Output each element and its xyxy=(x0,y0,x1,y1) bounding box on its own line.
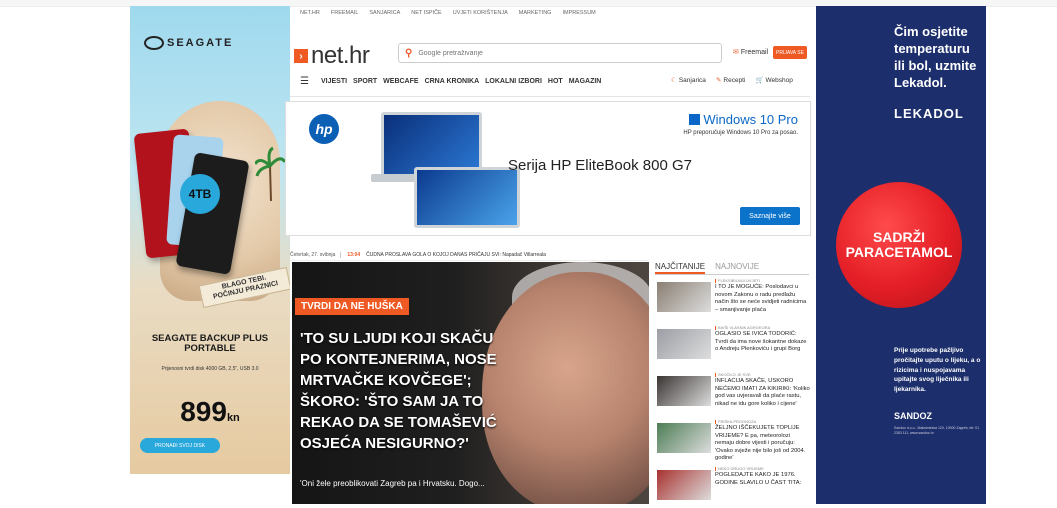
cart-icon: 🛒 xyxy=(755,77,764,84)
ticker-date: Četvrtak, 27. svibnja xyxy=(290,252,342,258)
article-thumbnail[interactable] xyxy=(657,282,711,312)
envelope-icon: ✉ xyxy=(733,49,739,56)
hp-tagline: HP preporučuje Windows 10 Pro za posao. xyxy=(683,130,798,136)
nav-item-webcafe[interactable]: WEBCAFE xyxy=(383,78,418,85)
seagate-ad[interactable]: SEAGATE 4TB BLAGO TEBI. POČINJU PRAZNICI… xyxy=(130,6,290,474)
hp-logo: hp xyxy=(309,114,339,144)
paracetamol-pill: SADRŽI PARACETAMOL xyxy=(836,182,962,308)
topnav-link[interactable]: NET ISPIČE xyxy=(411,10,441,16)
ticker-time: 13:04 xyxy=(347,252,361,258)
sidebar-tabs: NAJČITANIJE NAJNOVIJE xyxy=(655,262,809,275)
article-title[interactable]: I TO JE MOGUĆE: Poslodavci u novom Zakon… xyxy=(715,284,810,314)
article-thumbnail[interactable] xyxy=(657,329,711,359)
article-category: FLEKSIBILNIJI UVJETI xyxy=(715,278,760,283)
learn-more-button[interactable]: Saznajte više xyxy=(740,207,800,225)
brand-text: SEAGATE xyxy=(167,36,234,49)
article-title[interactable]: POGLEDAJTE KAKO JE 1976. GODINE SLAVILO … xyxy=(715,472,810,487)
article-category: BIVŠI VLASNIK AGROKORA xyxy=(715,325,770,330)
ticker-text[interactable]: ČUDNA PROSLAVA GOLA O KOJOJ DANAS PRIČAJ… xyxy=(366,252,546,258)
nav-item-magazin[interactable]: MAGAZIN xyxy=(569,78,602,85)
windows-text: Windows 10 Pro xyxy=(703,112,798,127)
article-thumbnail[interactable] xyxy=(657,423,711,453)
topnav-link[interactable]: MARKETING xyxy=(519,10,552,16)
topnav-link[interactable]: SANJARICA xyxy=(369,10,400,16)
secondary-nav-webshop[interactable]: 🛒 Webshop xyxy=(755,76,792,84)
topnav-link[interactable]: UVJETI KORIŠTENJA xyxy=(453,10,508,16)
tab-najcitanije[interactable]: NAJČITANIJE xyxy=(655,262,706,274)
sidebar-article[interactable]: FLEKSIBILNIJI UVJETI I TO JE MOGUĆE: Posl… xyxy=(657,278,810,320)
article-thumbnail[interactable] xyxy=(657,376,711,406)
secondary-nav-label: Sanjarica xyxy=(678,77,706,84)
article-title[interactable]: OGLASIO SE IVICA TODORIĆ: Tvrdi da ima n… xyxy=(715,331,810,354)
windows-logo: Windows 10 Pro xyxy=(689,112,798,127)
logo-text: net.hr xyxy=(311,42,370,69)
sidebar-article[interactable]: BIVŠI VLASNIK AGROKORA OGLASIO SE IVICA T… xyxy=(657,325,810,367)
main-nav: ☰ VIJESTI SPORT WEBCAFE CRNA KRONIKA LOKALNI… xyxy=(300,76,601,87)
site-logo[interactable]: › net.hr xyxy=(294,42,370,70)
hero-title[interactable]: 'TO SU LJUDI KOJI SKAČU PO KONTEJNERIMA,… xyxy=(300,328,505,454)
article-thumbnail[interactable] xyxy=(657,470,711,500)
article-title[interactable]: ŽELJNO IŠČEKUJETE TOPLIJE VRIJEME? E pa,… xyxy=(715,425,810,463)
top-utility-nav: NET.HR FREEMAIL SANJARICA NET ISPIČE UVJETI … xyxy=(300,10,596,16)
search-input[interactable] xyxy=(416,48,711,58)
seagate-mark-icon xyxy=(144,36,164,50)
topnav-link[interactable]: FREEMAIL xyxy=(331,10,359,16)
hp-series-title: Serija HP EliteBook 800 G7 xyxy=(508,157,692,174)
article-category: NEKO DRUGO VRIJEME xyxy=(715,466,764,471)
sidebar-article[interactable]: FRIŠKA PROGNOZA ŽELJNO IŠČEKUJETE TOPLIJE… xyxy=(657,419,810,461)
secondary-nav-label: Webshop xyxy=(765,77,793,84)
laptop-image-2 xyxy=(414,167,520,228)
hero-label: TVRDI DA NE HUŠKA xyxy=(295,298,409,315)
ad-warning: Prije upotrebe pažljivo pročitajte uputu… xyxy=(894,347,981,393)
nav-item-hot[interactable]: HOT xyxy=(548,78,563,85)
secondary-nav-sanjarica[interactable]: ☾ Sanjarica xyxy=(671,76,706,84)
hero-article[interactable]: TVRDI DA NE HUŠKA 'TO SU LJUDI KOJI SKAČ… xyxy=(292,262,649,504)
product-spec: Prijenosni tvrdi disk 4000 GB, 2,5", USB… xyxy=(161,366,259,372)
windows-icon xyxy=(689,114,701,125)
price-currency: kn xyxy=(226,412,240,424)
sidebar-article[interactable]: NEKO DRUGO VRIJEME POGLEDAJTE KAKO JE 197… xyxy=(657,466,810,508)
lekadol-logo: LEKADOL xyxy=(894,106,964,121)
hamburger-menu-icon[interactable]: ☰ xyxy=(300,76,309,87)
search-box[interactable]: ⚲ xyxy=(398,43,722,63)
palm-tree-icon xyxy=(255,146,285,201)
recepti-icon: ✎ xyxy=(715,77,722,84)
sidebar-article[interactable]: SKOČILO JE SVE INFLACIJA SKAČE, USKORO NE… xyxy=(657,372,810,414)
ad-headline: Čim osjetite temperaturu ili bol, uzmite… xyxy=(894,24,977,90)
secondary-nav-recepti[interactable]: ✎ Recepti xyxy=(716,76,746,84)
nav-item-lokalni-izbori[interactable]: LOKALNI IZBORI xyxy=(485,78,542,85)
nav-item-crna-kronika[interactable]: CRNA KRONIKA xyxy=(425,78,480,85)
freemail-label: Freemail xyxy=(740,49,769,56)
nav-item-vijesti[interactable]: VIJESTI xyxy=(321,78,347,85)
tab-najnovije[interactable]: NAJNOVIJE xyxy=(715,262,759,274)
secondary-nav-label: Recepti xyxy=(723,77,746,84)
lekadol-ad[interactable]: Čim osjetite temperaturu ili bol, uzmite… xyxy=(816,6,986,504)
hero-photo xyxy=(482,272,649,504)
product-price: 899kn xyxy=(130,396,290,428)
sandoz-address: Sandoz d.o.o., Maksimirska 120, 10000 Za… xyxy=(894,426,980,435)
product-title: SEAGATE BACKUP PLUS PORTABLE xyxy=(151,333,269,355)
news-ticker[interactable]: Četvrtak, 27. svibnja 13:04 ČUDNA PROSLA… xyxy=(290,250,648,261)
login-button[interactable]: PRIJAVA SE xyxy=(773,46,807,59)
find-disk-button[interactable]: PRONAĐI SVOJ DISK xyxy=(140,438,220,453)
secondary-nav: ☾ Sanjarica ✎ Recepti 🛒 Webshop xyxy=(671,76,793,84)
seagate-logo: SEAGATE xyxy=(144,36,233,50)
sanjarica-icon: ☾ xyxy=(671,77,677,84)
topnav-link[interactable]: IMPRESSUM xyxy=(562,10,595,16)
hero-subtitle: 'Oni žele preoblikovati Zagreb pa i Hrva… xyxy=(300,479,485,488)
capacity-badge: 4TB xyxy=(180,174,220,214)
sandoz-logo: SANDOZ xyxy=(894,411,932,421)
nav-divider xyxy=(290,96,810,97)
freemail-link[interactable]: ✉ Freemail xyxy=(733,48,768,56)
article-category: SKOČILO JE SVE xyxy=(715,372,751,377)
topnav-link[interactable]: NET.HR xyxy=(300,10,320,16)
nav-item-sport[interactable]: SPORT xyxy=(353,78,377,85)
article-category: FRIŠKA PROGNOZA xyxy=(715,419,756,424)
search-icon: ⚲ xyxy=(405,47,413,59)
article-title[interactable]: INFLACIJA SKAČE, USKORO NEĆEMO IMATI ZA … xyxy=(715,378,810,408)
hp-banner-ad[interactable]: hp Windows 10 Pro HP preporučuje Windows… xyxy=(285,101,811,236)
logo-arrow-icon: › xyxy=(294,49,308,63)
price-value: 899 xyxy=(180,396,227,427)
